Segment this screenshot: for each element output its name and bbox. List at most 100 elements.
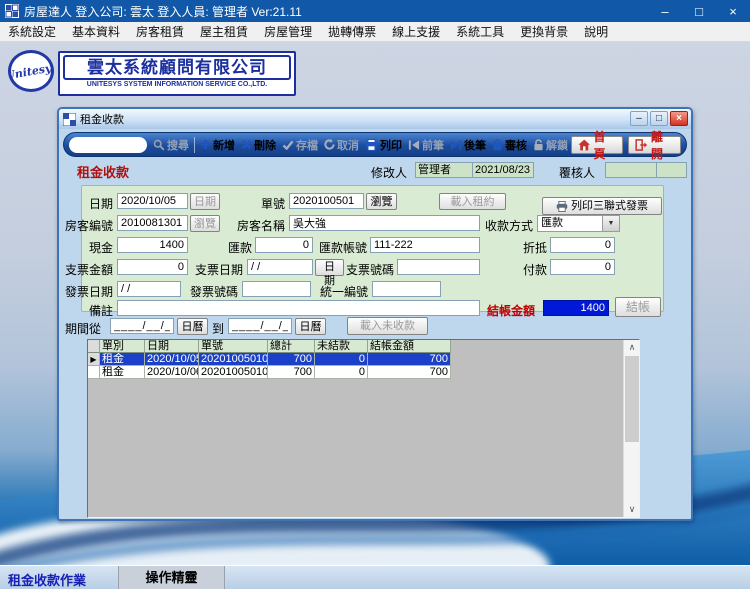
x-icon (241, 139, 252, 150)
cell-type: 租金 (100, 353, 145, 366)
row-marker-empty (88, 366, 100, 379)
settle-amount-display: 1400 (543, 300, 609, 316)
check-no-input[interactable] (397, 259, 480, 275)
next-record-button-label: 後筆 (463, 139, 486, 152)
check-amount-input[interactable] (117, 259, 188, 275)
calendar-to-button[interactable]: 日曆 (295, 318, 326, 335)
check-date-picker-button[interactable]: 日期 (315, 259, 344, 287)
pay-method-dropdown[interactable]: 匯款 ▼ (537, 215, 620, 232)
invoice-no-input[interactable] (242, 281, 311, 297)
menu-tenant-lease[interactable]: 房客租賃 (128, 22, 192, 42)
menu-system-settings[interactable]: 系統設定 (0, 22, 64, 42)
form-window-titlebar: 租金收款 – □ × (59, 109, 691, 129)
table-row[interactable]: 租金 2020/10/06 2020100501002 700 0 700 (88, 366, 451, 379)
menu-system-tools[interactable]: 系統工具 (448, 22, 512, 42)
remit-account-input[interactable] (370, 237, 480, 253)
menu-change-background[interactable]: 更換背景 (512, 22, 576, 42)
cancel-button[interactable]: 取消 (321, 135, 362, 155)
load-contract-button[interactable]: 載入租約 (439, 193, 506, 210)
scroll-down-icon[interactable]: ∨ (624, 502, 640, 517)
tax-id-input[interactable] (372, 281, 441, 297)
remit-input[interactable] (255, 237, 313, 253)
delete-button[interactable]: 刪除 (238, 135, 279, 155)
chevron-down-icon[interactable]: ▼ (602, 216, 619, 231)
modifier-name-field: 管理者 (415, 162, 473, 178)
exit-icon (635, 138, 648, 151)
date-input[interactable] (117, 193, 188, 209)
remit-label: 匯款 (227, 241, 252, 255)
check-date-input[interactable] (247, 259, 313, 275)
check-icon (282, 140, 294, 150)
home-icon (578, 139, 590, 150)
records-grid: 單別 日期 單號 總計 未結款 結帳金額 ▶ 租金 2020/10/05 202… (87, 339, 640, 518)
menu-owner-lease[interactable]: 屋主租賃 (192, 22, 256, 42)
invoice-date-input[interactable] (117, 281, 181, 297)
period-to-input[interactable] (228, 318, 292, 334)
minimize-button[interactable]: – (648, 0, 682, 22)
table-row[interactable]: ▶ 租金 2020/10/05 2020100501001 700 0 700 (88, 353, 451, 366)
remit-account-label: 匯款帳號 (318, 241, 367, 255)
page-title: 租金收款 (77, 165, 130, 180)
tenant-name-input[interactable] (289, 215, 480, 231)
doc-no-label: 單號 (260, 197, 285, 211)
approve-button[interactable]: 審核 (489, 135, 530, 155)
save-button[interactable]: 存檔 (279, 135, 321, 155)
cell-doc-no: 2020100501001 (199, 353, 268, 366)
undo-icon (324, 139, 335, 150)
print-button[interactable]: 列印 (362, 135, 405, 155)
remark-label: 備註 (88, 304, 113, 318)
cell-date: 2020/10/05 (145, 353, 199, 366)
invoice-date-label: 發票日期 (65, 285, 114, 299)
calendar-from-button[interactable]: 日曆 (177, 318, 208, 335)
exit-button[interactable]: 離開 (628, 130, 681, 161)
doc-no-input[interactable] (289, 193, 364, 209)
menu-online-support[interactable]: 線上支援 (384, 22, 448, 42)
cash-input[interactable] (117, 237, 188, 253)
doc-browse-button[interactable]: 瀏覽 (366, 193, 397, 210)
cell-date: 2020/10/06 (145, 366, 199, 379)
next-record-button[interactable]: 後筆 (447, 135, 489, 155)
scrollbar-thumb[interactable] (625, 356, 639, 442)
row-marker-icon: ▶ (88, 353, 100, 366)
menu-property-management[interactable]: 房屋管理 (256, 22, 320, 42)
tenant-browse-button[interactable]: 瀏覽 (190, 215, 220, 232)
pay-method-value: 匯款 (541, 217, 563, 229)
search-button[interactable]: 搜尋 (150, 135, 192, 155)
modified-date-field: 2021/08/23 (472, 162, 534, 178)
cell-type: 租金 (100, 366, 145, 379)
unlock-button[interactable]: 解鎖 (530, 135, 571, 155)
offset-input[interactable] (550, 237, 615, 253)
modifier-label: 修改人 (371, 166, 408, 180)
toolbar-separator (194, 136, 195, 153)
cell-settled: 700 (368, 366, 451, 379)
form-close-button[interactable]: × (670, 111, 688, 126)
menu-voucher-transfer[interactable]: 拋轉傳票 (320, 22, 384, 42)
tenant-no-input[interactable] (117, 215, 188, 231)
load-unpaid-button[interactable]: 載入未收款 (347, 317, 428, 335)
scroll-up-icon[interactable]: ∧ (624, 340, 640, 355)
maximize-button[interactable]: □ (682, 0, 716, 22)
search-button-label: 搜尋 (167, 139, 189, 152)
vertical-scrollbar[interactable]: ∧ ∨ (623, 340, 639, 517)
print-triplicate-invoice-button[interactable]: 列印三聯式發票 (542, 197, 662, 215)
remark-input[interactable] (117, 300, 480, 316)
menu-basic-data[interactable]: 基本資料 (64, 22, 128, 42)
operation-wizard-button[interactable]: 操作精靈 (119, 566, 225, 589)
date-picker-button[interactable]: 日期 (190, 193, 220, 210)
settle-button[interactable]: 結帳 (615, 297, 661, 317)
form-minimize-button[interactable]: – (630, 111, 648, 126)
menu-help[interactable]: 說明 (576, 22, 616, 42)
payment-input[interactable] (550, 259, 615, 275)
status-bar: 租金收款作業 操作精靈 (0, 565, 750, 589)
next-icon (450, 139, 462, 150)
search-input[interactable] (69, 136, 147, 153)
delete-button-label: 刪除 (253, 139, 276, 152)
prev-record-button[interactable]: 前筆 (405, 135, 447, 155)
form-restore-button[interactable]: □ (650, 111, 668, 126)
window-title: 房屋達人 登入公司: 雲太 登入人員: 管理者 Ver:21.11 (24, 4, 302, 19)
home-button[interactable]: 首頁 (570, 130, 624, 161)
close-button[interactable]: × (716, 0, 750, 22)
period-from-input[interactable] (110, 318, 174, 334)
add-button[interactable]: 新增 (197, 135, 238, 155)
os-titlebar: 房屋達人 登入公司: 雲太 登入人員: 管理者 Ver:21.11 – □ × (0, 0, 750, 22)
